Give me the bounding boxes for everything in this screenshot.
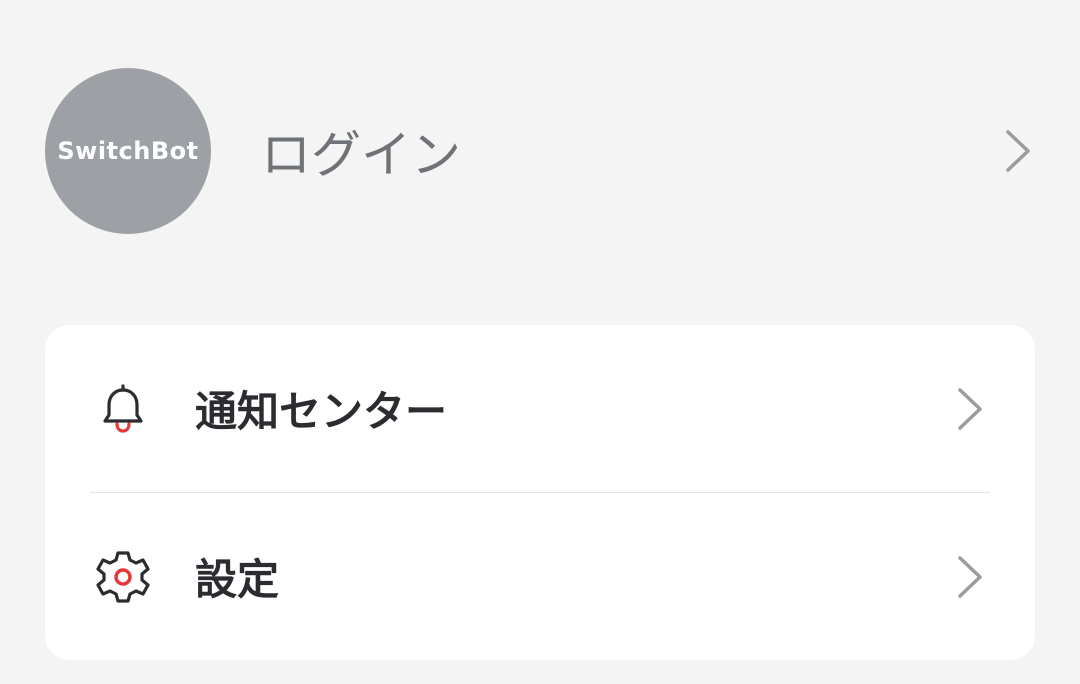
menu-item-label: 通知センター: [195, 387, 448, 436]
chevron-right-icon: [1006, 130, 1030, 172]
account-screen: SwitchBot ログイン 通知センター 設定: [0, 0, 1080, 684]
login-row[interactable]: SwitchBot ログイン: [45, 68, 1045, 234]
menu-item-label: 設定: [195, 555, 280, 604]
menu-item-settings[interactable]: 設定: [45, 493, 1035, 660]
menu-item-notification-center[interactable]: 通知センター: [45, 325, 1035, 492]
login-label: ログイン: [261, 126, 461, 184]
menu-card: 通知センター 設定: [45, 325, 1035, 660]
bell-icon: [93, 379, 153, 439]
chevron-right-icon: [958, 387, 982, 430]
gear-icon: [93, 547, 153, 607]
avatar-logo-text: SwitchBot: [57, 137, 199, 165]
avatar: SwitchBot: [45, 68, 211, 234]
chevron-right-icon: [958, 555, 982, 598]
